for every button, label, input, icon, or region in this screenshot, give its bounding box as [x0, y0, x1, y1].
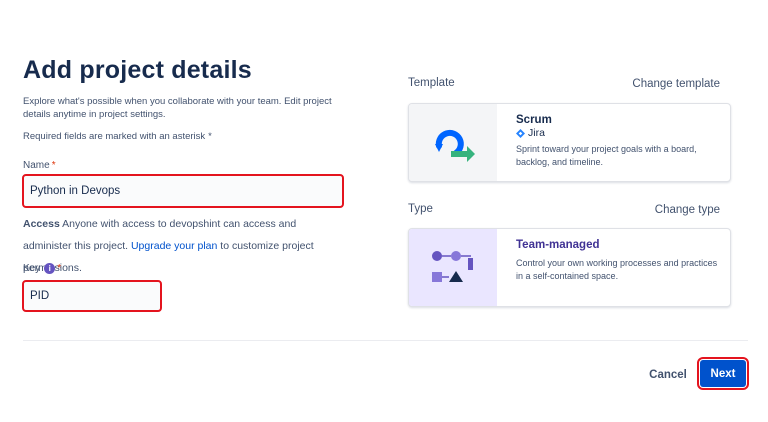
access-info: Access Anyone with access to devopshint …: [23, 213, 343, 279]
info-icon[interactable]: i: [44, 263, 56, 274]
required-note-text: Required fields are marked with an aster…: [23, 131, 206, 142]
name-required-asterisk: *: [51, 160, 56, 171]
template-card[interactable]: Scrum Jira Sprint toward your project go…: [408, 103, 731, 182]
type-name: Team-managed: [516, 239, 600, 251]
required-asterisk: *: [208, 131, 212, 142]
team-managed-thumbnail: [409, 229, 497, 306]
type-description: Control your own working processes and p…: [516, 258, 718, 281]
intro-text: Explore what's possible when you collabo…: [23, 96, 332, 120]
template-description: Sprint toward your project goals with a …: [516, 144, 697, 167]
jira-icon: [516, 128, 525, 138]
access-label: Access: [23, 218, 60, 230]
scrum-thumbnail: [409, 104, 497, 181]
change-type-button[interactable]: Change type: [655, 204, 720, 216]
jira-product: Jira: [516, 127, 722, 139]
scrum-icon: [435, 129, 475, 162]
key-label-text: Key: [23, 263, 41, 274]
key-input[interactable]: PID: [22, 280, 162, 312]
type-label: Type: [408, 203, 433, 215]
footer-divider: [23, 340, 748, 341]
key-input-value: PID: [30, 290, 50, 302]
template-label: Template: [408, 77, 455, 89]
next-button[interactable]: Next: [697, 357, 749, 390]
key-label: Key i *: [23, 263, 61, 274]
name-input-value: Python in Devops: [30, 185, 121, 197]
change-template-button[interactable]: Change template: [632, 78, 720, 90]
upgrade-plan-link[interactable]: Upgrade your plan: [131, 240, 217, 252]
jira-label: Jira: [528, 127, 545, 139]
page-title: Add project details: [23, 56, 252, 84]
required-note: Required fields are marked with an aster…: [23, 131, 212, 142]
name-label-text: Name: [23, 160, 50, 171]
name-label: Name *: [23, 160, 56, 171]
cancel-button[interactable]: Cancel: [642, 362, 694, 388]
key-required-asterisk: *: [57, 263, 62, 274]
template-name: Scrum: [516, 114, 552, 126]
team-managed-icon: [432, 250, 473, 282]
type-card[interactable]: Team-managed Control your own working pr…: [408, 228, 731, 307]
name-input[interactable]: Python in Devops: [22, 174, 344, 208]
